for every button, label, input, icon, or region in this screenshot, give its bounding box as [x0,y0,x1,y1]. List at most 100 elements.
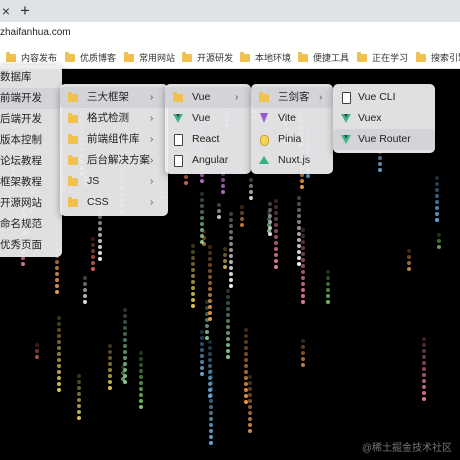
particle-dot [248,393,252,397]
bookmark-item[interactable]: 优质博客 [65,51,116,65]
particle-dot [121,365,125,369]
folder-icon [182,52,192,62]
menu-item-great-pages[interactable]: 优秀页面 [0,235,62,256]
menu-item-js[interactable]: JS › [60,171,168,192]
particle-dot [209,393,213,397]
particle-dot [267,217,271,221]
particle-dot [108,380,112,384]
menu-level-4: 三剑客 › Vite Pinia Nuxt.js [251,84,333,174]
menu-item-admin-solutions[interactable]: 后台解决方案 › [60,150,168,171]
bookmark-item[interactable]: 正在学习 [357,51,408,65]
menu-item-nuxt[interactable]: Nuxt.js [251,150,333,171]
new-tab-button[interactable]: + [16,0,34,22]
particle-dot [326,282,330,286]
folder-icon [6,52,16,62]
particle-dot [274,247,278,251]
particle-dot [326,288,330,292]
menu-item-vite[interactable]: Vite [251,108,333,129]
menu-item-big-three-frameworks[interactable]: 三大框架 › [60,87,168,108]
particle-dot [229,230,233,234]
particle-dot [123,320,127,324]
particle-dot [301,228,305,232]
particle-dot [422,343,426,347]
particle-dot [217,203,221,207]
menu-item-format-linting[interactable]: 格式检测 › [60,108,168,129]
particle-dot [297,244,301,248]
menu-item-vuex[interactable]: Vuex [333,108,435,129]
menu-item-database[interactable]: 数据库 [0,67,62,88]
particle-dot [139,369,143,373]
particle-dot [209,369,213,373]
particle-dot [98,245,102,249]
particle-dot [226,349,230,353]
menu-item-backend[interactable]: 后端开发 [0,109,62,130]
particle-dot [123,338,127,342]
particle-dot [248,417,252,421]
particle-dot [229,224,233,228]
particle-dot [274,235,278,239]
chevron-right-icon: › [150,197,154,208]
particle-dot [123,356,127,360]
particle-dot [221,184,225,188]
particle-dot [422,367,426,371]
bookmark-item[interactable]: 开源研发 [182,51,233,65]
particle-dot [83,294,87,298]
bookmark-item[interactable]: 搜索引擎 [416,51,460,65]
particle-dot [98,251,102,255]
particle-dot [98,257,102,261]
particle-dot [208,287,212,291]
menu-item-ui-component-libs[interactable]: 前端组件库 › [60,129,168,150]
menu-item-naming-conventions[interactable]: 命名规范 [0,214,62,235]
menu-item-open-source-sites[interactable]: 开源网站 [0,193,62,214]
bookmark-item[interactable]: 内容发布 [6,51,57,65]
particle-dot [274,205,278,209]
particle-dot [301,240,305,244]
menu-item-three-musketeers[interactable]: 三剑客 › [251,87,333,108]
bookmark-item[interactable]: 便捷工具 [298,51,349,65]
particle-dot [435,206,439,210]
particle-dot [121,377,125,381]
menu-item-frontend[interactable]: 前端开发 [0,88,62,109]
close-tab-button[interactable]: × [0,2,12,20]
particle-dot [226,355,230,359]
vite-icon [260,113,268,123]
menu-item-framework-tutorials[interactable]: 框架教程 [0,172,62,193]
menu-item-pinia[interactable]: Pinia [251,129,333,150]
address-bar[interactable]: zhaifanhua.com [0,22,460,47]
particle-dot [191,292,195,296]
particle-dot [297,196,301,200]
particle-dot [274,241,278,245]
particle-dot [208,346,212,350]
particle-dot [244,340,248,344]
bookmark-item[interactable]: 本地环境 [240,51,291,65]
bookmark-item[interactable]: 常用网站 [124,51,175,65]
particle-dot [57,322,61,326]
particle-dot [297,256,301,260]
menu-item-vue-router[interactable]: Vue Router [333,129,435,150]
particle-dot [91,255,95,259]
particle-dot [77,416,81,420]
particle-dot [208,263,212,267]
particle-dot [226,313,230,317]
particle-dot [57,352,61,356]
particle-dot [108,356,112,360]
particle-dot [226,319,230,323]
particle-dot [229,248,233,252]
particle-dot [422,361,426,365]
url-text[interactable]: zhaifanhua.com [0,27,71,38]
menu-item-version-control[interactable]: 版本控制 [0,130,62,151]
particle-dot [223,259,227,263]
menu-item-react[interactable]: React [165,129,251,150]
particle-dot [267,229,271,233]
particle-dot [209,381,213,385]
particle-dot [77,410,81,414]
menu-item-vue-cli[interactable]: Vue CLI [333,87,435,108]
particle-dot [209,423,213,427]
menu-item-vue-folder[interactable]: Vue › [165,87,251,108]
menu-item-forum-tutorials[interactable]: 论坛教程 [0,151,62,172]
particle-dot [407,249,411,253]
menu-item-css[interactable]: CSS › [60,192,168,213]
menu-item-angular[interactable]: Angular [165,150,251,171]
particle-dot [223,253,227,257]
menu-item-vue-link[interactable]: Vue [165,108,251,129]
